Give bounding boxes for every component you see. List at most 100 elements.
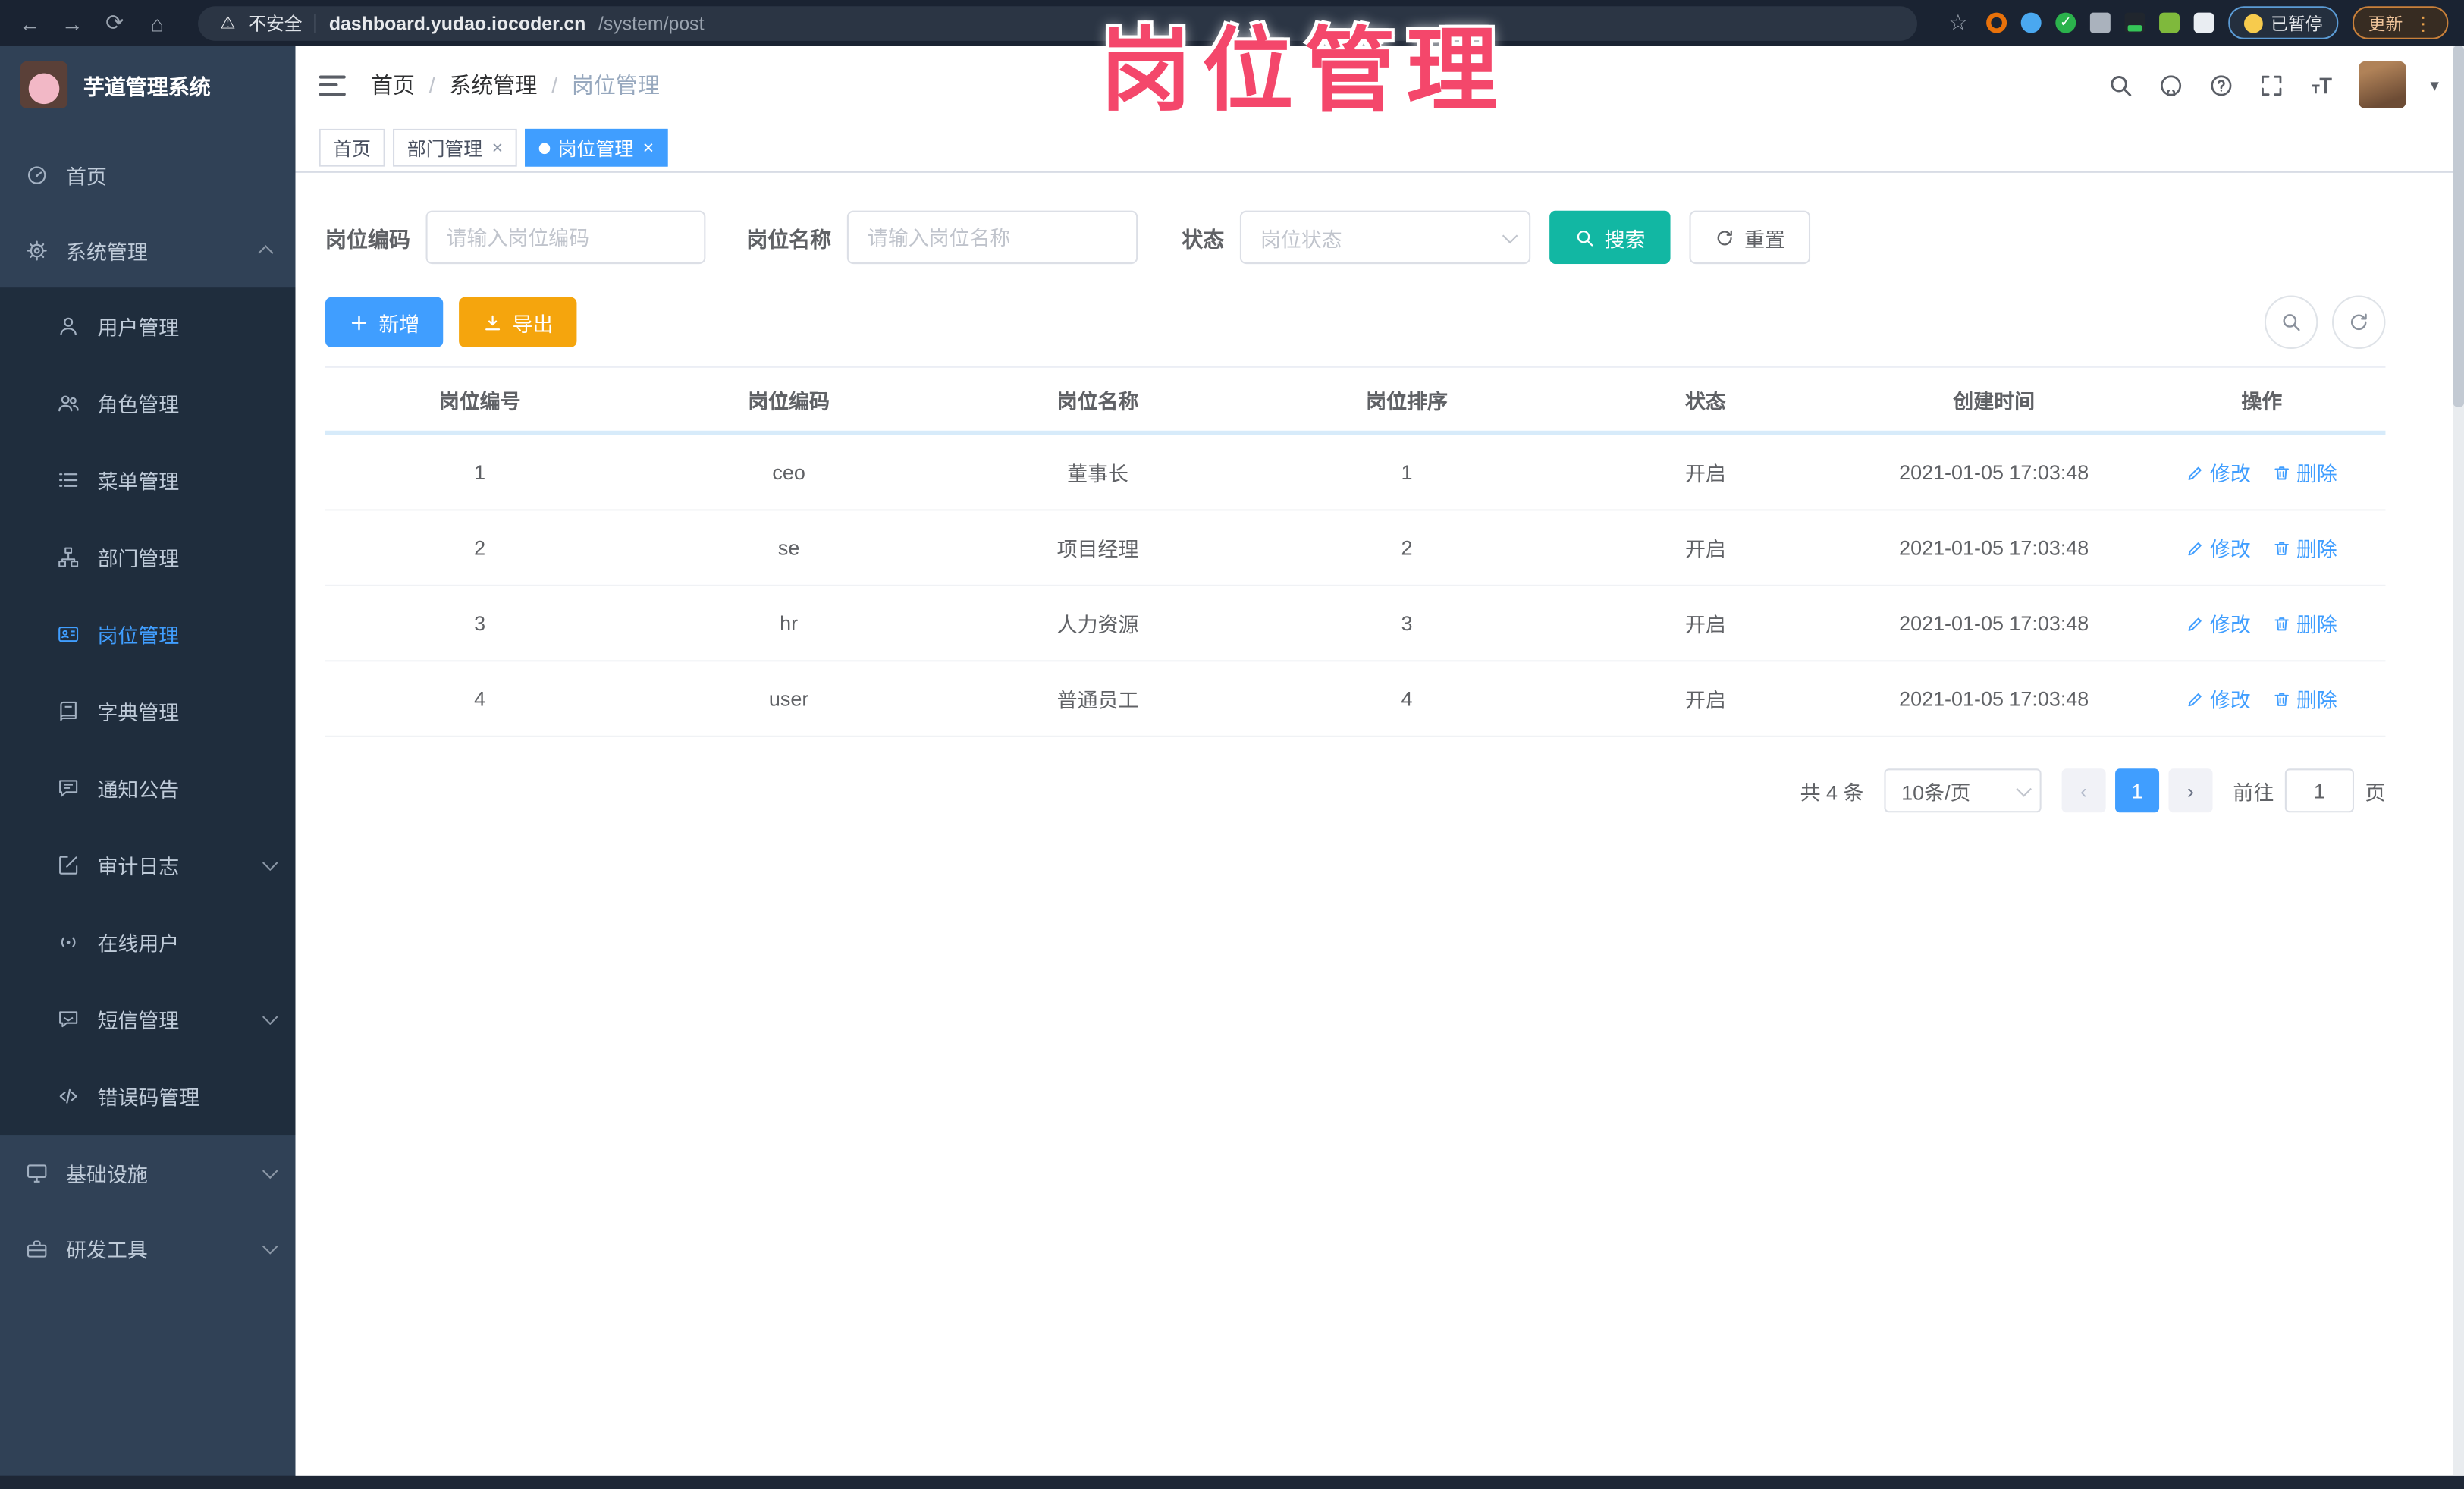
cell-created: 2021-01-05 17:03:48 [1899,611,2089,636]
back-icon[interactable]: ← [16,10,44,35]
sidebar-item-首页[interactable]: 首页 [0,137,296,212]
sidebar-item-基础设施[interactable]: 基础设施 [0,1135,296,1210]
tab-首页[interactable]: 首页 [319,128,385,167]
sidebar-item-错误码管理[interactable]: 错误码管理 [0,1058,296,1136]
edit-link[interactable]: 修改 [2186,683,2251,713]
sidebar-item-研发工具[interactable]: 研发工具 [0,1211,296,1286]
delete-link[interactable]: 删除 [2273,457,2337,487]
extension-icon[interactable] [2020,12,2042,33]
post-code-input[interactable] [425,210,706,265]
cell-name: 项目经理 [1056,537,1139,561]
column-header: 操作 [2241,388,2283,413]
post-name-input[interactable] [846,210,1138,265]
refresh-icon [1715,227,1735,247]
tree-icon [57,545,80,569]
column-header: 状态 [1684,388,1726,413]
search-button[interactable]: 搜索 [1549,210,1671,265]
edit-link[interactable]: 修改 [2186,532,2251,562]
sidebar-item-label: 用户管理 [97,316,180,340]
delete-link-label: 删除 [2296,537,2337,561]
prev-page-button[interactable]: ‹ [2061,768,2106,813]
browser-menu-icon[interactable]: ⋮ [2414,12,2433,34]
delete-link-label: 删除 [2296,688,2337,712]
sidebar-item-短信管理[interactable]: 短信管理 [0,981,296,1058]
tab-岗位管理[interactable]: 岗位管理 × [525,128,668,167]
users-icon [57,391,80,415]
reset-button[interactable]: 重置 [1689,210,1811,265]
delete-link[interactable]: 删除 [2273,683,2337,713]
page-size-select[interactable]: 10条/页 [1884,768,2042,813]
update-button[interactable]: 更新 ⋮ [2352,6,2449,39]
tags-bar: 首页 部门管理 × 岗位管理 × [295,124,2464,173]
sidebar-item-通知公告[interactable]: 通知公告 [0,749,296,827]
extension-icon[interactable] [2089,12,2111,33]
sidebar-item-审计日志[interactable]: 审计日志 [0,827,296,904]
gauge-icon [25,162,49,186]
extension-icon[interactable] [1986,12,2007,33]
breadcrumb-item[interactable]: 系统管理 [449,69,537,100]
book-icon [57,699,80,723]
close-icon[interactable]: × [643,137,654,159]
cell-status: 开启 [1684,613,1726,637]
search-icon[interactable] [2108,71,2135,98]
sidebar-item-岗位管理[interactable]: 岗位管理 [0,595,296,673]
bookmark-star-icon[interactable]: ☆ [1944,9,1972,36]
active-tab-dot [538,142,551,154]
paused-chip[interactable]: 已暂停 [2228,6,2339,39]
cell-code: user [768,686,809,711]
breadcrumb-item[interactable]: 首页 [371,69,415,100]
extensions-puzzle-icon[interactable] [2193,12,2214,33]
refresh-table-button[interactable] [2331,295,2386,350]
github-icon[interactable] [2158,71,2185,98]
caret-down-icon[interactable]: ▾ [2430,74,2438,95]
scrollbar-thumb[interactable] [2453,46,2464,407]
reload-icon[interactable]: ⟳ [101,9,129,36]
goto-page-input[interactable] [2284,768,2354,813]
sidebar-item-label: 岗位管理 [97,624,180,648]
close-icon[interactable]: × [492,137,504,159]
sidebar-item-字典管理[interactable]: 字典管理 [0,673,296,750]
extension-icon[interactable]: ✓ [2055,12,2076,33]
cell-actions: 修改 删除 [2138,532,2385,562]
hamburger-icon[interactable] [319,74,346,96]
edit-link[interactable]: 修改 [2186,608,2251,638]
cell-actions: 修改 删除 [2138,457,2385,487]
toggle-search-button[interactable] [2264,295,2318,350]
export-button[interactable]: 导出 [459,297,577,347]
sidebar-item-系统管理[interactable]: 系统管理 [0,212,296,287]
tab-部门管理[interactable]: 部门管理 × [393,128,517,167]
scrollbar[interactable] [2453,46,2464,1476]
sidebar-item-部门管理[interactable]: 部门管理 [0,519,296,596]
address-bar[interactable]: ⚠ 不安全 dashboard.yudao.iocoder.cn /system… [198,5,1917,40]
pen-icon [2186,539,2205,558]
delete-link[interactable]: 删除 [2273,608,2337,638]
sidebar-item-菜单管理[interactable]: 菜单管理 [0,441,296,519]
column-header: 岗位编码 [748,388,830,413]
forward-icon[interactable]: → [58,10,86,35]
status-select[interactable]: 岗位状态 [1239,210,1531,265]
home-icon[interactable]: ⌂ [143,10,171,35]
font-size-icon[interactable] [2309,71,2336,98]
sidebar-item-角色管理[interactable]: 角色管理 [0,365,296,442]
page-number-current[interactable]: 1 [2114,768,2160,813]
sidebar-item-label: 在线用户 [97,931,180,956]
sidebar-item-label: 通知公告 [97,777,180,802]
sidebar-item-用户管理[interactable]: 用户管理 [0,287,296,365]
delete-link[interactable]: 删除 [2273,532,2337,562]
security-label[interactable]: 不安全 [248,10,302,35]
help-icon[interactable] [2208,71,2235,98]
next-page-button[interactable]: › [2168,768,2213,813]
smiley-icon [2243,13,2263,33]
fullscreen-icon[interactable] [2259,71,2286,98]
app-logo [20,61,68,108]
url-host: dashboard.yudao.iocoder.cn [328,11,586,34]
table-row: 1 ceo 董事长 1 开启 2021-01-05 17:03:48 修改 删除 [325,435,2386,511]
add-button[interactable]: 新增 [325,297,444,347]
avatar[interactable] [2359,61,2407,108]
tab-label: 岗位管理 [557,137,634,160]
extension-icon[interactable] [2124,12,2145,33]
extension-icon[interactable] [2159,12,2180,33]
edit-link[interactable]: 修改 [2186,457,2251,487]
app-logo-row[interactable]: 芋道管理系统 [0,46,296,124]
sidebar-item-在线用户[interactable]: 在线用户 [0,903,296,981]
